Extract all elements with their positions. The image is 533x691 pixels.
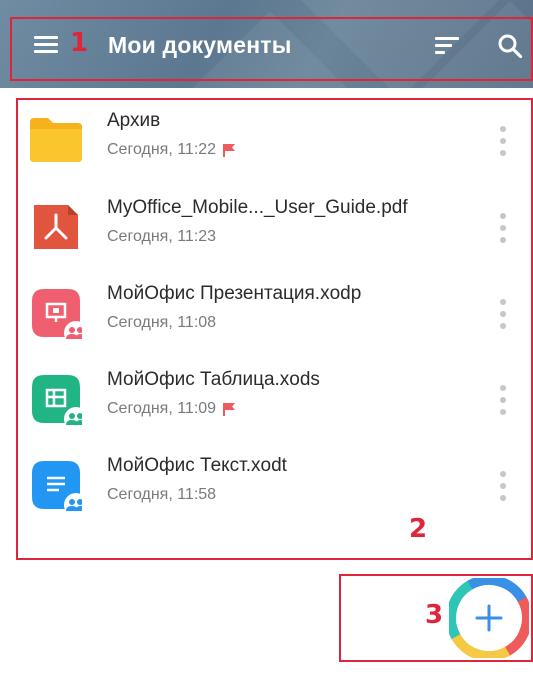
- more-options-icon[interactable]: [496, 126, 510, 156]
- list-item-user-guide[interactable]: MyOffice_Mobile..._User_Guide.pdf Сегодн…: [18, 186, 528, 272]
- annotation-box-1: [10, 17, 533, 81]
- pdf-icon: [34, 205, 78, 249]
- flag-icon: [223, 144, 236, 157]
- list-item-text-document[interactable]: МойОфис Текст.xodt Сегодня, 11:58: [18, 444, 528, 530]
- list-item-archive[interactable]: Архив Сегодня, 11:22: [18, 99, 528, 185]
- file-name: MyOffice_Mobile..._User_Guide.pdf: [107, 197, 408, 218]
- file-date: Сегодня, 11:58: [107, 486, 217, 503]
- file-modified: Сегодня, 11:08: [107, 314, 216, 332]
- file-name: Архив: [107, 110, 161, 131]
- spreadsheet-icon: [32, 375, 82, 425]
- flag-icon: [223, 403, 236, 416]
- add-document-button[interactable]: [449, 578, 529, 658]
- more-options-icon[interactable]: [496, 299, 510, 329]
- text-document-icon: [32, 461, 82, 511]
- annotation-label-3: 3: [425, 600, 444, 630]
- presentation-icon: [32, 289, 82, 339]
- file-name: МойОфис Презентация.xodp: [107, 283, 362, 304]
- file-modified: Сегодня, 11:09: [107, 400, 236, 418]
- file-date: Сегодня, 11:23: [107, 228, 217, 245]
- more-options-icon[interactable]: [496, 471, 510, 501]
- more-options-icon[interactable]: [496, 385, 510, 415]
- file-modified: Сегодня, 11:23: [107, 228, 216, 246]
- folder-icon: [30, 118, 82, 162]
- file-date: Сегодня, 11:22: [107, 141, 217, 158]
- list-item-spreadsheet[interactable]: МойОфис Таблица.xods Сегодня, 11:09: [18, 358, 528, 444]
- file-modified: Сегодня, 11:22: [107, 141, 236, 159]
- file-date: Сегодня, 11:09: [107, 400, 217, 417]
- annotation-label-1: 1: [70, 28, 89, 58]
- list-item-presentation[interactable]: МойОфис Презентация.xodp Сегодня, 11:08: [18, 272, 528, 358]
- more-options-icon[interactable]: [496, 213, 510, 243]
- file-modified: Сегодня, 11:58: [107, 486, 216, 504]
- file-date: Сегодня, 11:08: [107, 314, 217, 331]
- file-name: МойОфис Текст.xodt: [107, 455, 287, 476]
- file-name: МойОфис Таблица.xods: [107, 369, 320, 390]
